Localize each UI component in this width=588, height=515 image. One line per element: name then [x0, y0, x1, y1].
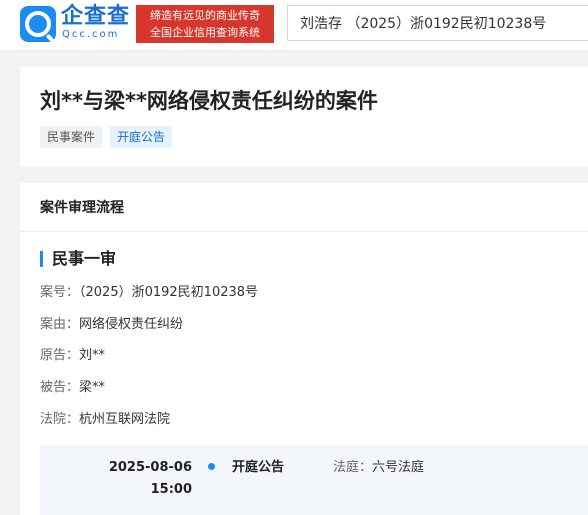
field-value[interactable]: 梁** [79, 380, 105, 395]
field-label: 法院： [40, 412, 80, 427]
case-process-card: 案件审理流程 民事一审 案号：（2025）浙0192民初10238号 案由：网络… [20, 183, 588, 515]
timeline-court-value: 六号法庭 [372, 460, 425, 475]
field-label: 原告： [40, 348, 80, 363]
slogan-line-2: 全国企业信用查询系统 [150, 26, 260, 39]
field-defendant: 被告：梁** [40, 379, 105, 397]
tag-civil-case: 民事案件 [40, 126, 103, 148]
top-header: 企查查 Qcc.com 缔造有远见的商业传奇 全国企业信用查询系统 [0, 0, 588, 51]
section-header: 案件审理流程 [20, 183, 588, 232]
timeline-dot-icon [208, 463, 215, 470]
case-title-card: 刘**与梁**网络侵权责任纠纷的案件 民事案件 开庭公告 [20, 67, 588, 167]
search-box[interactable] [287, 5, 588, 41]
field-value[interactable]: 杭州互联网法院 [79, 412, 170, 427]
slogan-line-1: 缔造有远见的商业传奇 [150, 9, 260, 22]
timeline-court: 法庭：六号法庭 [333, 458, 424, 477]
case-title: 刘**与梁**网络侵权责任纠纷的案件 [40, 89, 378, 113]
qcc-logo-icon[interactable] [20, 6, 56, 42]
field-value: 网络侵权责任纠纷 [79, 317, 184, 332]
field-label: 被告： [40, 380, 80, 395]
field-cause: 案由：网络侵权责任纠纷 [40, 316, 183, 334]
search-input[interactable] [288, 6, 588, 40]
slogan-banner: 缔造有远见的商业传奇 全国企业信用查询系统 [136, 5, 274, 43]
timeline-date: 2025-08-06 [108, 460, 192, 475]
timeline-time: 15:00 [150, 482, 192, 497]
field-court: 法院：杭州互联网法院 [40, 411, 170, 429]
field-plaintiff: 原告：刘** [40, 347, 105, 365]
field-value[interactable]: 刘** [79, 348, 105, 363]
field-value: （2025）浙0192民初10238号 [79, 285, 259, 300]
stage-accent-bar [40, 251, 43, 267]
section-title: 案件审理流程 [40, 200, 124, 216]
logo-text[interactable]: 企查查 [61, 3, 130, 31]
timeline-court-label: 法庭： [333, 460, 373, 475]
stage-title: 民事一审 [52, 249, 117, 268]
timeline-event[interactable]: 开庭公告 [232, 458, 284, 477]
field-case-number: 案号：（2025）浙0192民初10238号 [40, 284, 258, 302]
tag-hearing-notice[interactable]: 开庭公告 [110, 126, 173, 148]
timeline-item: 2025-08-06 15:00 开庭公告 法庭：六号法庭 [40, 445, 588, 515]
field-label: 案由： [40, 317, 80, 332]
logo-subtext: Qcc.com [62, 29, 120, 40]
field-label: 案号： [40, 285, 80, 300]
